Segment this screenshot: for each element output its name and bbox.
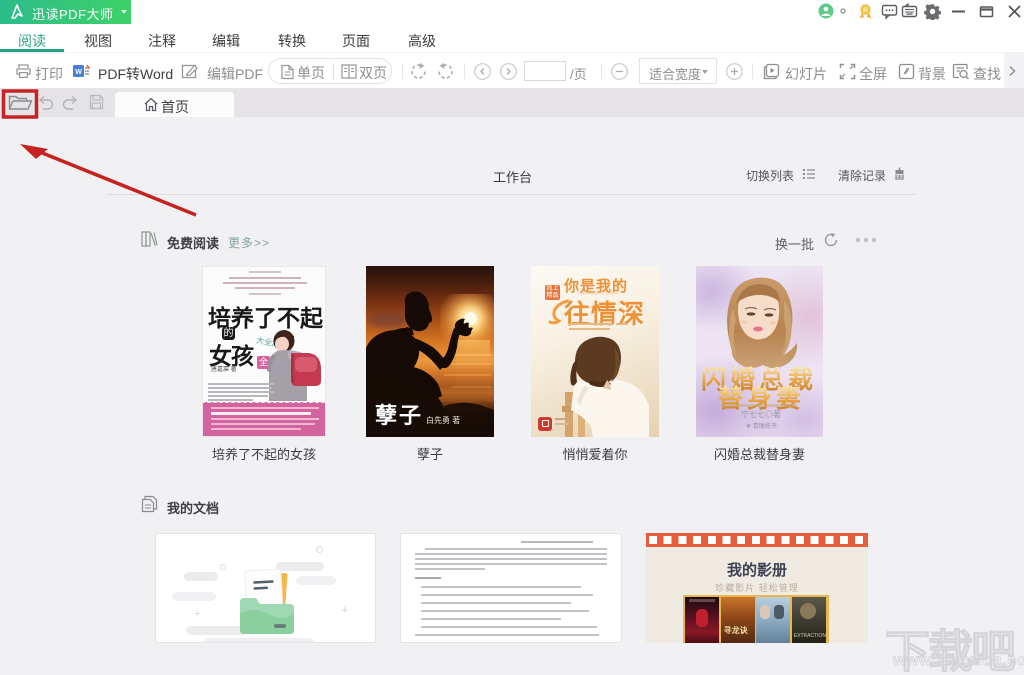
svg-text:W: W [75,69,82,76]
